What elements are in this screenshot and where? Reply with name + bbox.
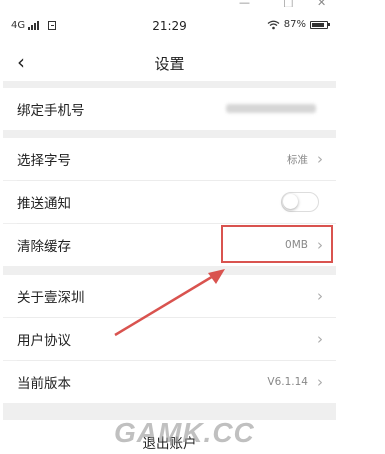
phone-screen: 4G 21:29 87% ‹ 设置 绑定手机号 选择字号 标准 › 推送通知 清…	[3, 7, 336, 454]
watermark: GAMK.CC	[114, 417, 255, 448]
arrow-icon	[114, 269, 225, 337]
